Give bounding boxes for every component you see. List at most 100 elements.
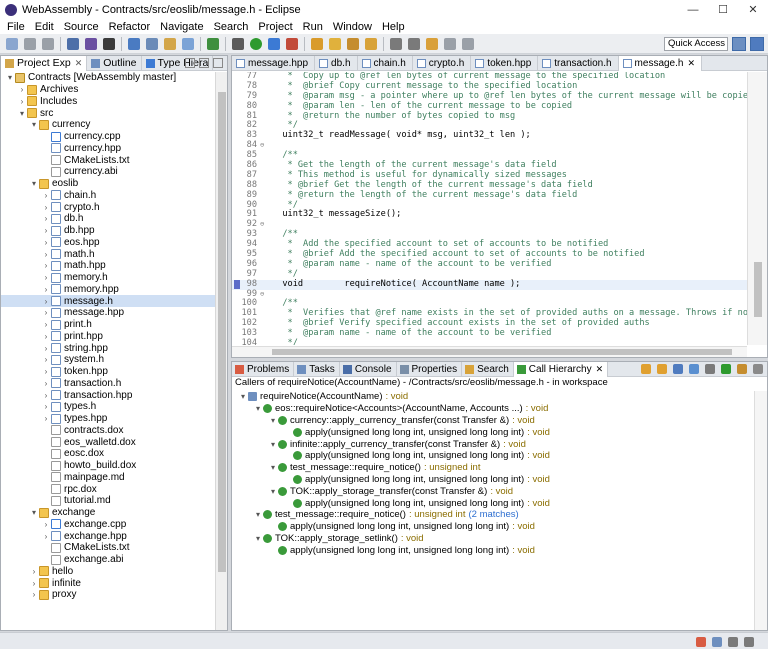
coverage-icon[interactable] xyxy=(268,37,280,50)
forward-icon[interactable] xyxy=(462,37,474,50)
last-edit-icon[interactable] xyxy=(426,37,438,50)
editor-tab[interactable]: chain.h xyxy=(358,56,413,71)
call-hierarchy-item[interactable]: ▾ requireNotice(AccountName): void xyxy=(232,391,752,403)
tree-item[interactable]: mainpage.md xyxy=(1,472,215,484)
expand-icon[interactable]: › xyxy=(41,344,51,353)
fold-icon[interactable]: ⊖ xyxy=(260,141,272,151)
tab-project-explorer[interactable]: Project Exp ✕ xyxy=(1,55,88,71)
fold-icon[interactable] xyxy=(260,299,272,309)
fold-icon[interactable] xyxy=(260,112,272,122)
tree-item[interactable]: › math.hpp xyxy=(1,260,215,272)
tree-item[interactable]: ▾ src xyxy=(1,107,215,119)
tree-item[interactable]: ▾ Contracts [WebAssembly master] xyxy=(1,72,215,84)
previous-icon[interactable] xyxy=(657,364,667,374)
menu-help[interactable]: Help xyxy=(377,21,410,33)
tab-tasks[interactable]: Tasks xyxy=(294,362,340,377)
search-icon[interactable] xyxy=(347,37,359,50)
tree-item[interactable]: currency.cpp xyxy=(1,131,215,143)
build-icon[interactable] xyxy=(67,37,79,50)
tree-item[interactable]: › types.h xyxy=(1,401,215,413)
tree-item[interactable]: › print.h xyxy=(1,319,215,331)
save-icon[interactable] xyxy=(24,37,36,50)
tree-item[interactable]: › message.hpp xyxy=(1,307,215,319)
expand-icon[interactable]: ▾ xyxy=(268,487,278,496)
tree-item[interactable]: › memory.h xyxy=(1,272,215,284)
tree-item[interactable]: CMakeLists.txt xyxy=(1,542,215,554)
expand-icon[interactable]: ▾ xyxy=(17,109,27,118)
hammer-icon[interactable] xyxy=(85,37,97,50)
link-editor-icon[interactable] xyxy=(199,58,209,68)
expand-icon[interactable]: ▾ xyxy=(268,416,278,425)
pencil-icon[interactable] xyxy=(365,37,377,50)
status-icon[interactable] xyxy=(696,637,706,647)
editor-tab[interactable]: message.hpp xyxy=(232,56,316,71)
fold-icon[interactable] xyxy=(260,171,272,181)
cpp-perspective-icon[interactable] xyxy=(750,37,764,51)
call-hierarchy-item[interactable]: apply(unsigned long long int, unsigned l… xyxy=(232,497,752,509)
fold-icon[interactable] xyxy=(260,102,272,112)
fold-icon[interactable] xyxy=(260,250,272,260)
close-icon[interactable]: ✕ xyxy=(596,364,604,375)
maximize-button[interactable]: ☐ xyxy=(708,0,738,19)
menu-edit[interactable]: Edit xyxy=(30,21,59,33)
next-icon[interactable] xyxy=(641,364,651,374)
tree-item[interactable]: › chain.h xyxy=(1,190,215,202)
tab-outline[interactable]: Outline xyxy=(87,55,142,71)
tab-call-hierarchy[interactable]: Call Hierarchy ✕ xyxy=(513,362,609,377)
tree-item[interactable]: › db.h xyxy=(1,213,215,225)
call-hierarchy-item[interactable]: ▾ currency::apply_currency_transfer(const… xyxy=(232,415,752,427)
expand-icon[interactable]: › xyxy=(41,379,51,388)
expand-icon[interactable]: › xyxy=(41,308,51,317)
tree-item[interactable]: › proxy xyxy=(1,589,215,601)
open-type-icon[interactable] xyxy=(311,37,323,50)
editor-horizontal-scrollbar[interactable] xyxy=(232,346,747,357)
tree-item[interactable]: › crypto.h xyxy=(1,201,215,213)
fold-icon[interactable] xyxy=(260,191,272,201)
call-hierarchy-item[interactable]: ▾ test_message::require_notice(): unsigne… xyxy=(232,462,752,474)
tree-item[interactable]: ▾ eoslib xyxy=(1,178,215,190)
tree-item[interactable]: howto_build.dox xyxy=(1,460,215,472)
fold-icon[interactable] xyxy=(260,92,272,102)
fold-icon[interactable] xyxy=(260,151,272,161)
next-annotation-icon[interactable] xyxy=(390,37,402,50)
call-hierarchy-item[interactable]: ▾ eos::requireNotice<Accounts>(AccountNam… xyxy=(232,403,752,415)
fold-icon[interactable] xyxy=(260,280,272,290)
editor-vertical-scrollbar[interactable] xyxy=(747,72,767,345)
show-callees-icon[interactable] xyxy=(689,364,699,374)
tree-item[interactable]: › infinite xyxy=(1,577,215,589)
expand-icon[interactable]: ▾ xyxy=(238,392,248,401)
menu-project[interactable]: Project xyxy=(253,21,297,33)
call-hierarchy-scrollbar[interactable] xyxy=(754,391,767,630)
fold-icon[interactable] xyxy=(260,329,272,339)
prev-annotation-icon[interactable] xyxy=(408,37,420,50)
back-icon[interactable] xyxy=(444,37,456,50)
editor-tab[interactable]: crypto.h xyxy=(413,56,472,71)
fold-icon[interactable] xyxy=(260,121,272,131)
call-hierarchy-item[interactable]: ▾ infinite::apply_currency_transfer(const… xyxy=(232,438,752,450)
tree-item[interactable]: CMakeLists.txt xyxy=(1,154,215,166)
menu-search[interactable]: Search xyxy=(209,21,254,33)
expand-icon[interactable]: › xyxy=(41,320,51,329)
fold-icon[interactable] xyxy=(260,230,272,240)
expand-icon[interactable]: › xyxy=(29,590,39,599)
fold-icon[interactable] xyxy=(260,270,272,280)
expand-icon[interactable]: ▾ xyxy=(29,120,39,129)
close-icon[interactable]: ✕ xyxy=(687,58,695,69)
new-icon[interactable] xyxy=(6,37,18,50)
tree-item[interactable]: › token.hpp xyxy=(1,366,215,378)
expand-icon[interactable]: › xyxy=(41,285,51,294)
fold-icon[interactable] xyxy=(260,210,272,220)
expand-icon[interactable]: › xyxy=(41,297,51,306)
tree-item[interactable]: › system.h xyxy=(1,354,215,366)
editor-tab[interactable]: token.hpp xyxy=(471,56,539,71)
debug-icon[interactable] xyxy=(232,37,244,50)
expand-icon[interactable]: › xyxy=(41,391,51,400)
expand-icon[interactable]: › xyxy=(41,367,51,376)
expand-icon[interactable]: › xyxy=(29,567,39,576)
fold-icon[interactable] xyxy=(260,339,272,345)
terminal-icon[interactable] xyxy=(128,37,140,50)
tree-item[interactable]: › math.h xyxy=(1,248,215,260)
tree-item[interactable]: › transaction.hpp xyxy=(1,389,215,401)
view-menu-icon[interactable] xyxy=(213,58,223,68)
code-area[interactable]: 77 * Copy up to @ref len bytes of curren… xyxy=(232,72,747,345)
